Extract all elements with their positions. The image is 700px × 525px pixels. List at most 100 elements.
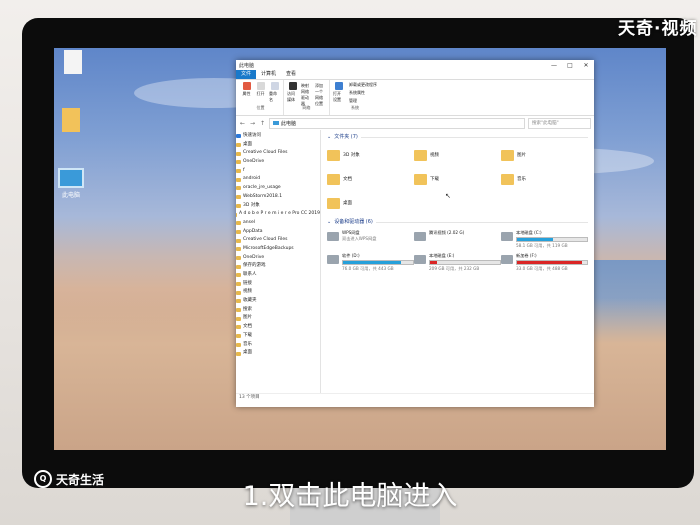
nav-item[interactable]: 图片: [236, 314, 320, 323]
address-text: 此电脑: [281, 120, 297, 127]
folder-icon: [236, 221, 241, 226]
properties-button[interactable]: 属性: [241, 82, 252, 104]
tab-file[interactable]: 文件: [236, 70, 257, 79]
nav-item[interactable]: OneDrive: [236, 158, 320, 167]
rename-button[interactable]: 重命名: [269, 82, 280, 104]
map-drive-button[interactable]: 映射网络驱动器: [301, 82, 312, 106]
add-network-location-button[interactable]: 添加一个网络位置: [315, 82, 326, 106]
tab-view[interactable]: 查看: [281, 70, 301, 79]
folder-item[interactable]: 文档: [327, 169, 414, 189]
drive-item[interactable]: WPS网盘 双击进入WPS网盘: [327, 230, 414, 250]
search-placeholder: 搜索"此电脑": [532, 121, 559, 126]
address-bar[interactable]: 此电脑: [269, 117, 525, 129]
drive-icon: [414, 255, 426, 264]
content-pane: ⌄ 文件夹 (7) 3D 对象 视频 图片文档 下载 音乐桌面 ⌄ 设备和驱动器 (6)…: [321, 130, 594, 393]
nav-item[interactable]: A d o b e P r e m i e r e Pro CC 2019: [236, 210, 320, 219]
properties-icon: [242, 82, 251, 90]
folder-icon: [236, 351, 241, 356]
nav-item[interactable]: oracle_jre_usage: [236, 184, 320, 193]
access-media-button[interactable]: 访问媒体: [287, 82, 298, 104]
up-arrow-icon[interactable]: ↑: [259, 120, 266, 127]
computer-icon: [273, 121, 279, 125]
manage-link[interactable]: 管理: [349, 98, 377, 104]
folder-item[interactable]: 音乐: [501, 169, 588, 189]
nav-item[interactable]: WebStorm2018.1: [236, 193, 320, 202]
folder-icon: [236, 186, 241, 191]
nav-item[interactable]: 视频: [236, 288, 320, 297]
drives-section-header[interactable]: ⌄ 设备和驱动器 (6): [327, 218, 588, 227]
drive-item[interactable]: 腾讯视频 (2.02 G): [414, 230, 501, 250]
nav-item[interactable]: 搜索: [236, 306, 320, 315]
open-button[interactable]: 打开: [255, 82, 266, 104]
nav-item[interactable]: 下载: [236, 332, 320, 341]
nav-item[interactable]: 音乐: [236, 341, 320, 350]
nav-item[interactable]: 3D 对象: [236, 202, 320, 211]
desktop-icon-this-pc[interactable]: 此电脑: [56, 168, 86, 199]
ribbon: 属性 打开 重命名 位置 访问媒体 映射网络驱动器 添加一个网络位置 网络 打开…: [236, 79, 594, 116]
nav-item[interactable]: 快速访问: [236, 132, 320, 141]
minimize-button[interactable]: —: [546, 62, 562, 69]
drive-item[interactable]: 软件 (D:) 76.0 GB 可用，共 443 GB: [327, 253, 414, 273]
nav-item[interactable]: 收藏夹: [236, 297, 320, 306]
nav-item[interactable]: 保存的游戏: [236, 262, 320, 271]
drive-usage-bar: [342, 260, 414, 265]
uninstall-program-link[interactable]: 卸载或更改程序: [349, 82, 377, 88]
drive-name: 本地磁盘 (E:): [429, 253, 455, 258]
nav-item[interactable]: 文档: [236, 323, 320, 332]
folder-icon: [236, 316, 241, 321]
folder-item[interactable]: 图片: [501, 145, 588, 165]
drive-item[interactable]: 本地磁盘 (E:) 209 GB 可用，共 232 GB: [414, 253, 501, 273]
drive-icon: [501, 232, 513, 241]
nav-item[interactable]: AppData: [236, 228, 320, 237]
open-settings-button[interactable]: 打开设置: [333, 82, 344, 104]
file-explorer-window: 此电脑 — □ ✕ 文件 计算机 查看 属性 打开 重命名 位置 访问媒体 映射…: [236, 60, 594, 407]
system-properties-link[interactable]: 系统属性: [349, 90, 377, 96]
ribbon-tabs: 文件 计算机 查看: [236, 70, 594, 79]
drive-usage-fill: [517, 261, 583, 264]
folder-item[interactable]: 下载: [414, 169, 501, 189]
brand-watermark-top: 天奇·视频: [618, 19, 698, 39]
folder-icon: [236, 203, 241, 208]
tab-computer[interactable]: 计算机: [256, 70, 281, 79]
address-row: ← → ↑ 此电脑 搜索"此电脑": [236, 116, 594, 130]
maximize-button[interactable]: □: [562, 62, 578, 69]
folder-icon: [236, 177, 241, 182]
nav-item[interactable]: Creative Cloud Files: [236, 236, 320, 245]
folder-item[interactable]: 视频: [414, 145, 501, 165]
folder-icon: [236, 299, 241, 304]
drive-size: 76.0 GB 可用，共 443 GB: [342, 266, 394, 271]
ribbon-group-system: 打开设置 卸载或更改程序 系统属性 管理 系统: [333, 82, 377, 110]
search-input[interactable]: 搜索"此电脑": [528, 117, 591, 129]
nav-item[interactable]: Creative Cloud Files: [236, 149, 320, 158]
folder-icon: [236, 195, 241, 200]
drive-usage-fill: [343, 261, 402, 264]
folder-icon: [236, 151, 241, 156]
folder-icon: [501, 173, 514, 185]
folders-section-header[interactable]: ⌄ 文件夹 (7): [327, 133, 588, 142]
close-button[interactable]: ✕: [578, 62, 594, 69]
drive-item[interactable]: 本地磁盘 (C:) 58.1 GB 可用，共 119 GB: [501, 230, 588, 250]
drive-item[interactable]: 新加卷 (F:) 33.0 GB 可用，共 488 GB: [501, 253, 588, 273]
nav-item[interactable]: android: [236, 175, 320, 184]
nav-item[interactable]: f: [236, 167, 320, 176]
folder-item[interactable]: 桌面: [327, 193, 414, 213]
rename-icon: [270, 82, 279, 90]
desktop-icon-folder[interactable]: [56, 108, 86, 134]
nav-item[interactable]: OneDrive: [236, 254, 320, 263]
nav-item[interactable]: 链接: [236, 280, 320, 289]
back-arrow-icon[interactable]: ←: [239, 120, 246, 127]
folder-icon: [236, 273, 241, 278]
nav-item[interactable]: MicrosoftEdgeBackups: [236, 245, 320, 254]
ribbon-group-location: 属性 打开 重命名 位置: [238, 80, 284, 115]
computer-icon: [58, 168, 84, 188]
nav-item[interactable]: ansel: [236, 219, 320, 228]
folder-item[interactable]: 3D 对象: [327, 145, 414, 165]
folder-icon: [327, 173, 340, 185]
forward-arrow-icon[interactable]: →: [249, 120, 256, 127]
nav-item[interactable]: 联系人: [236, 271, 320, 280]
desktop-icon-file[interactable]: [58, 50, 88, 76]
folder-icon: [236, 229, 241, 234]
nav-item[interactable]: 桌面: [236, 141, 320, 150]
caption-subtitle: 1.双击此电脑进入: [242, 481, 458, 512]
nav-item[interactable]: 桌面: [236, 349, 320, 358]
